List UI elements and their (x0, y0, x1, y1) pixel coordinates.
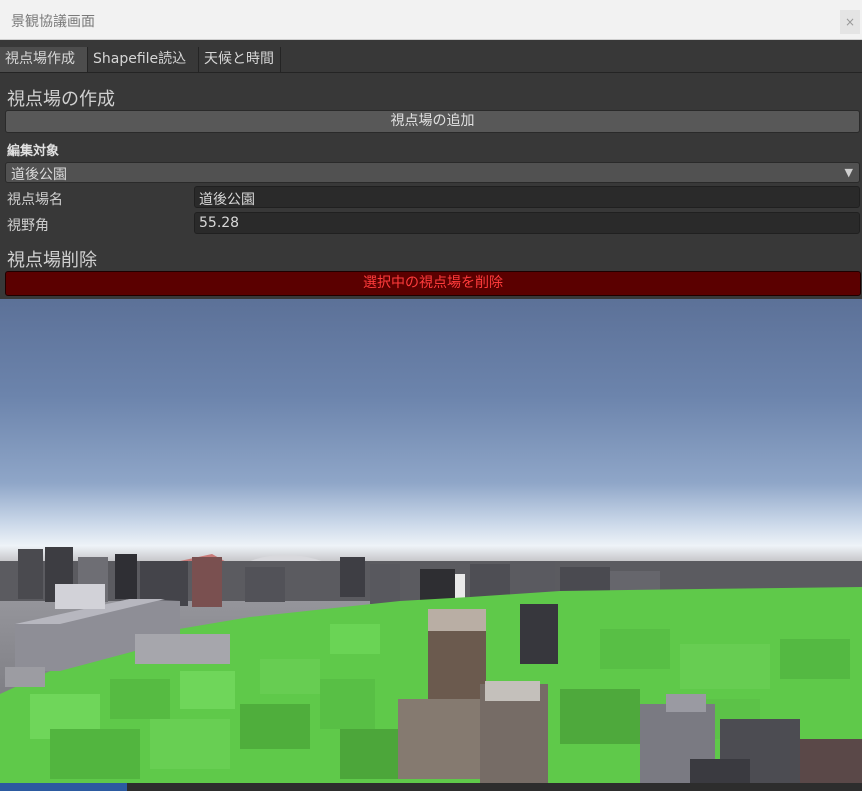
city-scene-render (0, 547, 862, 783)
bottom-status-bar (0, 783, 862, 791)
create-section-title: 視点場の作成 (7, 89, 115, 110)
chevron-down-icon: ▼ (844, 166, 853, 179)
fov-input[interactable]: 55.28 (194, 212, 860, 234)
viewpoint-name-label: 視点場名 (7, 192, 63, 208)
edit-target-label: 編集対象 (7, 144, 60, 159)
edit-target-dropdown[interactable]: 道後公園 ▼ (5, 162, 860, 183)
tab-viewpoint-create[interactable]: 視点場作成 (0, 47, 88, 72)
delete-viewpoint-button[interactable]: 選択中の視点場を削除 (5, 271, 861, 296)
tab-weather-time[interactable]: 天候と時間 (199, 47, 281, 72)
window-title: 景観協議画面 (11, 14, 95, 30)
fov-value: 55.28 (199, 215, 240, 231)
bottom-status-indicator (0, 783, 127, 791)
edit-target-selected: 道後公園 (11, 167, 67, 183)
3d-city-viewport[interactable] (0, 299, 862, 783)
delete-section-title: 視点場削除 (7, 250, 97, 271)
fov-label: 視野角 (7, 218, 49, 234)
add-viewpoint-button[interactable]: 視点場の追加 (5, 110, 860, 133)
close-button[interactable]: × (840, 10, 860, 34)
viewpoint-name-value: 道後公園 (199, 192, 255, 208)
viewpoint-name-input[interactable]: 道後公園 (194, 186, 860, 208)
tab-shapefile-load[interactable]: Shapefile読込 (88, 47, 199, 72)
window-titlebar: 景観協議画面 × (0, 0, 862, 40)
tab-bar: 視点場作成 Shapefile読込 天候と時間 (0, 47, 862, 73)
